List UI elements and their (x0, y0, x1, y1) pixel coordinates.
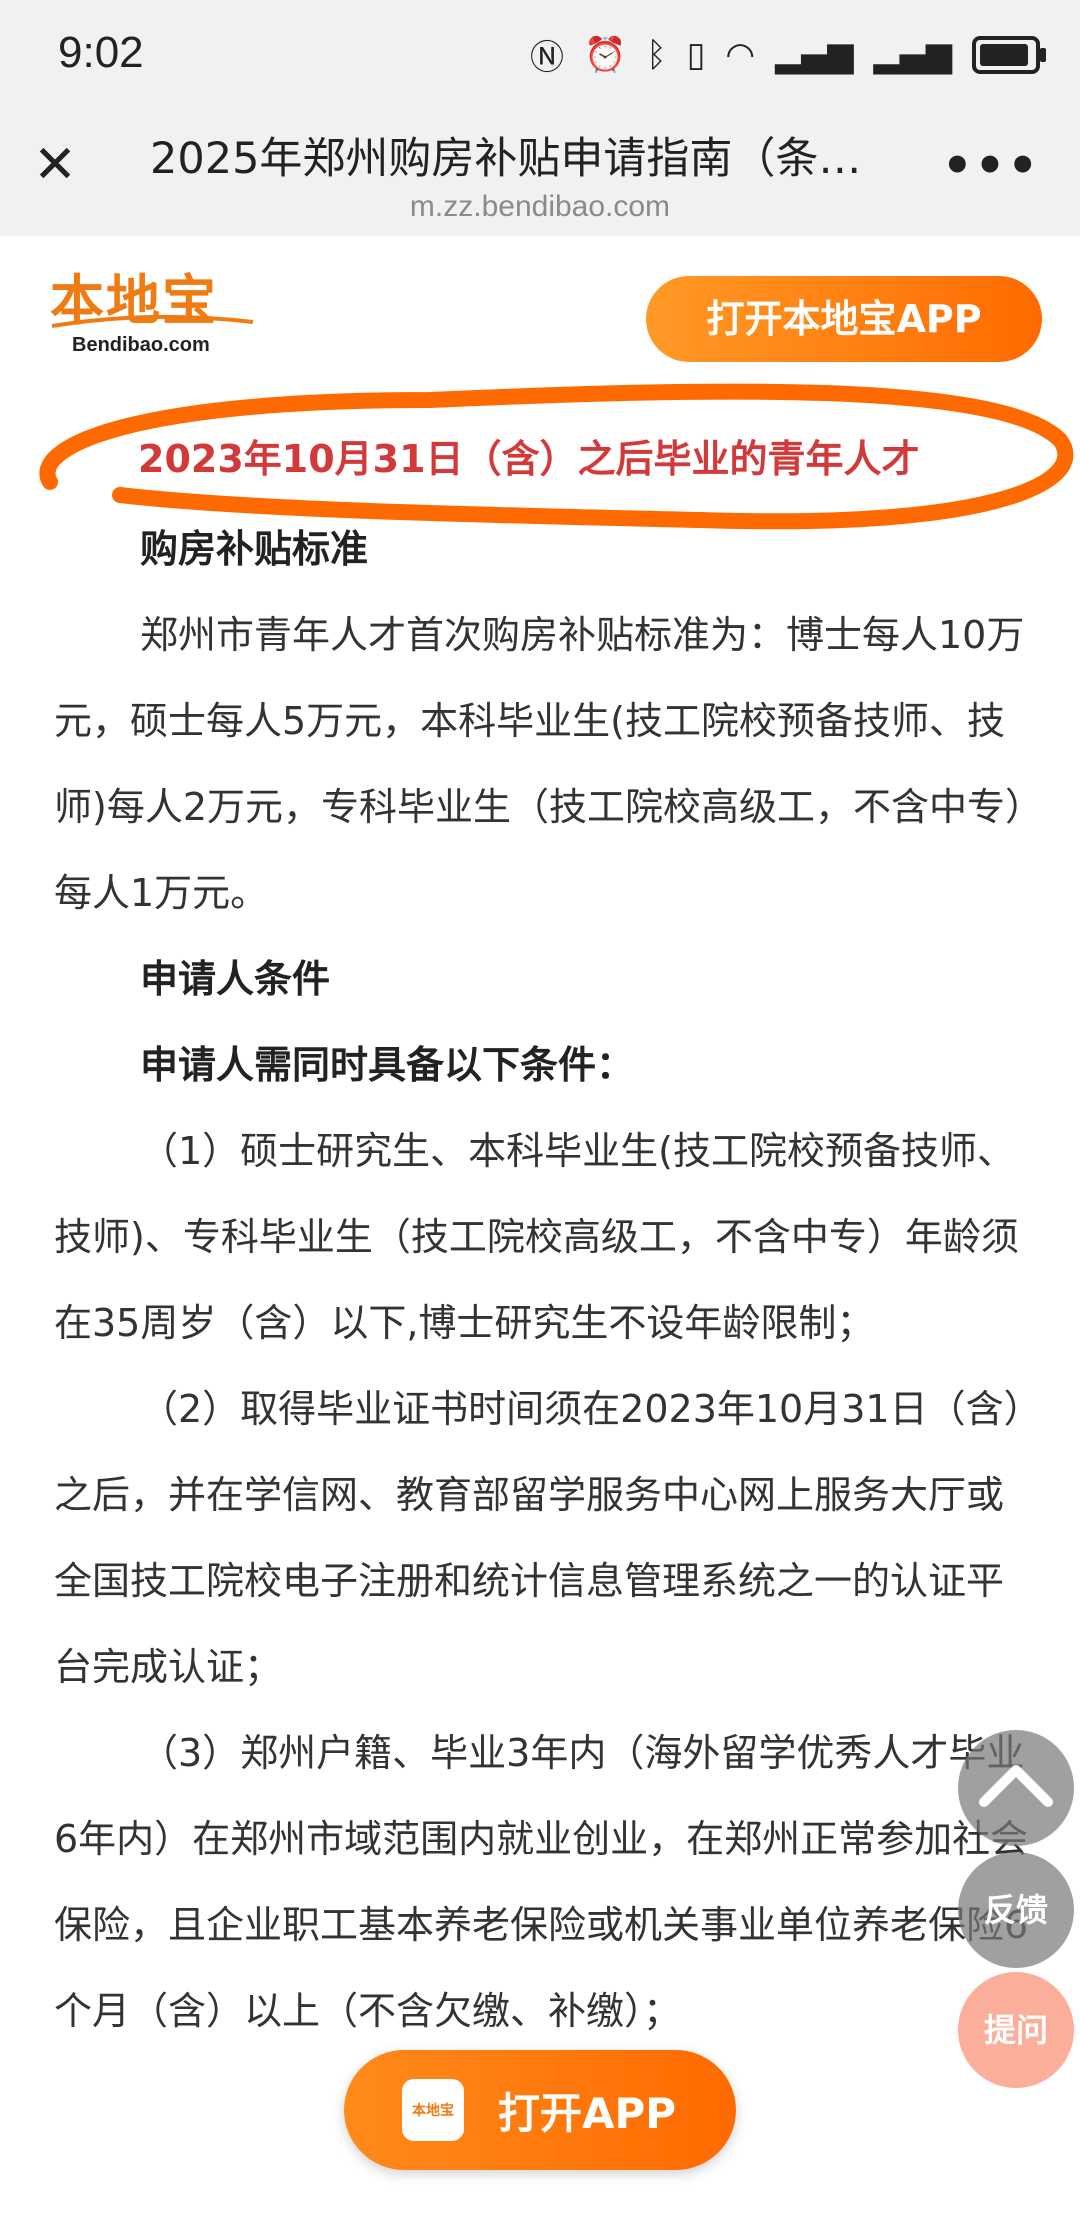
feedback-button[interactable]: 反馈 (958, 1852, 1074, 1968)
browser-header: ✕ 2025年郑州购房补贴申请指南（条… m.zz.bendibao.com •… (0, 110, 1080, 236)
heading-conditions: 申请人条件 (140, 957, 331, 1001)
paragraph-subsidy: 郑州市青年人才首次购房补贴标准为：博士每人10万元，硕士每人5万元，本科毕业生(… (54, 613, 1025, 915)
nfc-icon: Ⓝ (529, 38, 564, 78)
page-title: 2025年郑州购房补贴申请指南（条… (150, 134, 862, 184)
logo-swoosh-icon (51, 314, 254, 328)
more-icon[interactable]: ••• (942, 138, 1040, 194)
status-time: 9:02 (58, 28, 144, 77)
status-icons: Ⓝ ⏰ ᛒ ▯ ◠ ▂▄▆ ▂▄▆ (529, 30, 1046, 79)
open-app-bottom-button[interactable]: 本地宝 打开APP (344, 2050, 736, 2170)
heading-conditions-all: 申请人需同时具备以下条件： (140, 1043, 635, 1087)
close-icon[interactable]: ✕ (30, 139, 80, 191)
alarm-icon: ⏰ (583, 34, 627, 75)
vibrate-icon: ▯ (686, 34, 706, 75)
open-app-bottom-label: 打开APP (498, 2088, 677, 2138)
heading-subsidy: 购房补贴标准 (140, 527, 369, 571)
chevron-up-icon (979, 1765, 1053, 1807)
signal-icon: ▂▄▆ (775, 34, 854, 75)
ask-button[interactable]: 提问 (958, 1972, 1074, 2088)
condition-1: （1）硕士研究生、本科毕业生(技工院校预备技师、技师)、专科毕业生（技工院校高级… (54, 1129, 1019, 1345)
condition-3: （3）郑州户籍、毕业3年内（海外留学优秀人才毕业6年内）在郑州市域范围内就业创业… (54, 1731, 1029, 2033)
article-content: 购房补贴标准 郑州市青年人才首次购房补贴标准为：博士每人10万元，硕士每人5万元… (54, 420, 1034, 2054)
site-logo[interactable]: 本地宝 Bendibao.com (50, 270, 260, 370)
bluetooth-icon: ᛒ (646, 34, 667, 75)
status-bar: 9:02 Ⓝ ⏰ ᛒ ▯ ◠ ▂▄▆ ▂▄▆ (0, 0, 1080, 110)
signal-icon: ▂▄▆ (873, 34, 952, 75)
page-url[interactable]: m.zz.bendibao.com (0, 190, 1080, 224)
logo-sub: Bendibao.com (72, 334, 210, 356)
app-logo-icon: 本地宝 (402, 2079, 464, 2141)
wifi-icon: ◠ (725, 34, 756, 75)
scroll-top-button[interactable] (958, 1730, 1074, 1846)
open-app-top-button[interactable]: 打开本地宝APP (646, 276, 1042, 362)
battery-icon (972, 35, 1046, 74)
condition-2: （2）取得毕业证书时间须在2023年10月31日（含）之后，并在学信网、教育部留… (54, 1387, 1023, 1689)
